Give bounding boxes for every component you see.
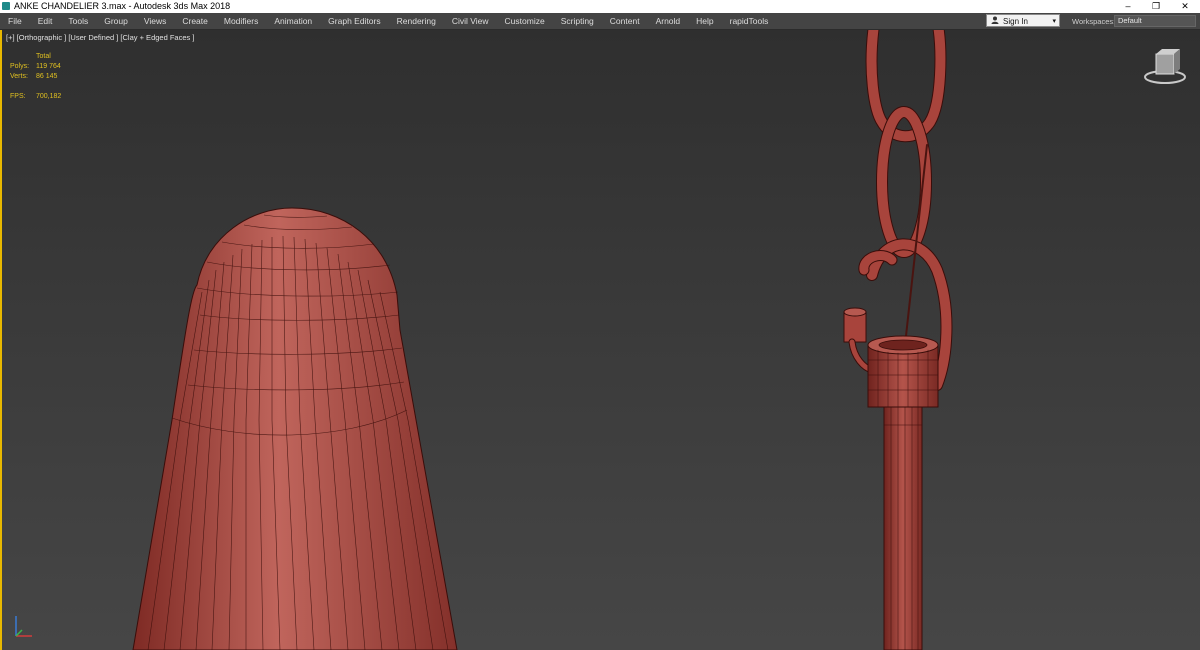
axis-tripod-icon [15,616,32,637]
window-title: ANKE CHANDELIER 3.max - Autodesk 3ds Max… [14,1,231,11]
viewport-perspective[interactable]: [+] [Orthographic ] [User Defined ] [Cla… [0,30,1200,650]
viewcube-icon[interactable] [1144,49,1186,84]
polys-label: Polys: [10,63,30,70]
menu-rapidtools[interactable]: rapidTools [722,13,777,29]
chain-mesh[interactable] [843,30,953,650]
menu-arnold[interactable]: Arnold [648,13,689,29]
menu-modifiers[interactable]: Modifiers [216,13,266,29]
menu-group[interactable]: Group [96,13,136,29]
polys-value: 119 764 [36,63,61,70]
menu-graph-editors[interactable]: Graph Editors [320,13,388,29]
verts-value: 86 145 [36,73,58,80]
menu-edit[interactable]: Edit [30,13,61,29]
workspaces-label: Workspaces: [1072,17,1116,26]
fps-label: FPS: [10,93,26,100]
menu-create[interactable]: Create [174,13,216,29]
menu-content[interactable]: Content [602,13,648,29]
sign-in-label: Sign In [1003,17,1028,26]
close-button[interactable]: ✕ [1170,0,1200,13]
user-icon [991,16,999,24]
title-bar: ANKE CHANDELIER 3.max - Autodesk 3ds Max… [0,0,1200,13]
restore-button[interactable]: ❐ [1141,0,1171,13]
scene-render [15,30,1186,650]
menu-file[interactable]: File [0,13,30,29]
verts-label: Verts: [10,73,28,80]
menu-tools[interactable]: Tools [60,13,96,29]
menu-customize[interactable]: Customize [497,13,553,29]
app-icon [2,2,10,10]
main-menu: File Edit Tools Group Views Create Modif… [0,13,776,29]
fps-value: 700,182 [36,93,62,100]
viewport-label[interactable]: [+] [Orthographic ] [User Defined ] [Cla… [6,33,194,42]
minimize-button[interactable]: – [1113,0,1143,13]
stats-header: Total [36,53,51,60]
sign-in-dropdown[interactable]: Sign In ▾ [986,14,1060,27]
menu-scripting[interactable]: Scripting [553,13,602,29]
chevron-down-icon: ▾ [1052,18,1056,25]
menu-civil-view[interactable]: Civil View [444,13,497,29]
workspaces-dropdown[interactable]: Default [1114,15,1196,27]
menu-rendering[interactable]: Rendering [389,13,444,29]
candle-mesh[interactable] [132,207,458,650]
menu-animation[interactable]: Animation [266,13,320,29]
menu-help[interactable]: Help [688,13,721,29]
menu-views[interactable]: Views [136,13,175,29]
